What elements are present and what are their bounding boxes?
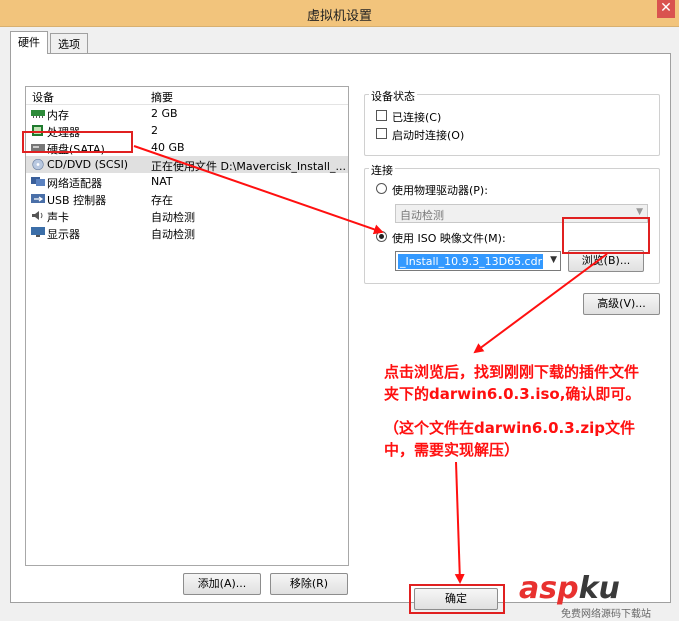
network-adapter-icon [31, 177, 45, 186]
add-device-button[interactable]: 添加(A)... [183, 573, 261, 595]
watermark-logo: aspku 免费网络源码下载站 [505, 571, 675, 620]
device-summary: 自动检测 [151, 211, 195, 224]
connected-checkbox[interactable] [376, 110, 387, 121]
device-row-display[interactable]: 显示器 自动检测 [26, 224, 348, 241]
dialog-body: 硬件 选项 设备 摘要 内存 2 GB 处理器 2 硬盘(SATA) 40 GB [0, 26, 679, 621]
device-row-network-adapter[interactable]: 网络适配器 NAT [26, 173, 348, 190]
browse-button[interactable]: 浏览(B)... [568, 250, 644, 272]
device-name: 声卡 [47, 211, 69, 224]
window-title: 虚拟机设置 [306, 9, 372, 24]
device-row-sound-card[interactable]: 声卡 自动检测 [26, 207, 348, 224]
column-summary[interactable]: 摘要 [151, 89, 173, 105]
device-row-usb-controller[interactable]: USB 控制器 存在 [26, 190, 348, 207]
physical-drive-value: 自动检测 [400, 209, 444, 222]
physical-drive-label[interactable]: 使用物理驱动器(P): [392, 182, 488, 198]
annotation-line-1: 点击浏览后，找到刚刚下载的插件文件 [384, 363, 640, 381]
device-name: 显示器 [47, 228, 80, 241]
device-list-header: 设备 摘要 [26, 87, 348, 105]
connected-label[interactable]: 已连接(C) [392, 109, 441, 125]
device-name: 内存 [47, 109, 69, 122]
device-row-hard-disk[interactable]: 硬盘(SATA) 40 GB [26, 139, 348, 156]
device-name: 处理器 [47, 126, 80, 139]
iso-image-radio[interactable] [376, 231, 387, 242]
device-summary: 2 GB [151, 107, 178, 120]
connect-at-power-on-label[interactable]: 启动时连接(O) [392, 127, 464, 143]
ok-button[interactable]: 确定 [414, 588, 498, 610]
watermark-subtitle: 免费网络源码下载站 [561, 609, 651, 620]
annotation-line-2: 夹下的darwin6.0.3.iso,确认即可。 [384, 385, 641, 403]
device-name: CD/DVD (SCSI) [47, 158, 129, 171]
device-summary: 自动检测 [151, 228, 195, 241]
advanced-button[interactable]: 高级(V)... [583, 293, 660, 315]
close-icon[interactable]: ✕ [657, 0, 675, 18]
device-list[interactable]: 设备 摘要 内存 2 GB 处理器 2 硬盘(SATA) 40 GB CD/DV… [25, 86, 349, 566]
device-name: 硬盘(SATA) [47, 143, 105, 156]
cd-dvd-icon [32, 159, 44, 170]
device-row-memory[interactable]: 内存 2 GB [26, 105, 348, 122]
physical-drive-radio[interactable] [376, 183, 387, 194]
device-name: 网络适配器 [47, 177, 102, 190]
chevron-down-icon: ▼ [636, 207, 643, 217]
iso-path-value[interactable]: _Install_10.9.3_13D65.cdr [398, 254, 543, 269]
device-summary: 存在 [151, 194, 173, 207]
remove-device-button[interactable]: 移除(R) [270, 573, 348, 595]
iso-image-label[interactable]: 使用 ISO 映像文件(M): [392, 230, 506, 246]
sound-card-icon [32, 211, 43, 220]
title-bar: 虚拟机设置 ✕ [0, 0, 679, 26]
tab-options[interactable]: 选项 [50, 33, 88, 53]
usb-controller-icon [31, 194, 45, 203]
watermark-brand: aspku [519, 571, 620, 606]
device-summary: 40 GB [151, 141, 185, 154]
connection-title: 连接 [369, 162, 395, 178]
physical-drive-select: 自动检测 ▼ [395, 204, 648, 223]
connect-at-power-on-checkbox[interactable] [376, 128, 387, 139]
column-device[interactable]: 设备 [32, 89, 54, 105]
device-summary: NAT [151, 175, 173, 188]
display-icon [31, 227, 45, 237]
iso-path-combobox[interactable]: _Install_10.9.3_13D65.cdr ▼ [395, 251, 561, 271]
memory-icon [31, 110, 45, 118]
device-status-title: 设备状态 [369, 88, 417, 104]
device-name: USB 控制器 [47, 194, 107, 207]
annotation-line-3: （这个文件在darwin6.0.3.zip文件 [384, 419, 635, 437]
hardware-panel: 设备 摘要 内存 2 GB 处理器 2 硬盘(SATA) 40 GB CD/DV… [10, 53, 671, 603]
hard-disk-icon [31, 144, 45, 152]
chevron-down-icon[interactable]: ▼ [550, 255, 557, 265]
annotation-line-4: 中，需要实现解压） [384, 441, 520, 459]
processor-icon [32, 125, 43, 136]
device-summary: 2 [151, 124, 158, 137]
device-row-processor[interactable]: 处理器 2 [26, 122, 348, 139]
tab-hardware[interactable]: 硬件 [10, 31, 48, 54]
device-summary: 正在使用文件 D:\Mavercisk_Install_... [151, 160, 346, 173]
device-row-cd-dvd[interactable]: CD/DVD (SCSI) 正在使用文件 D:\Mavercisk_Instal… [26, 156, 348, 173]
